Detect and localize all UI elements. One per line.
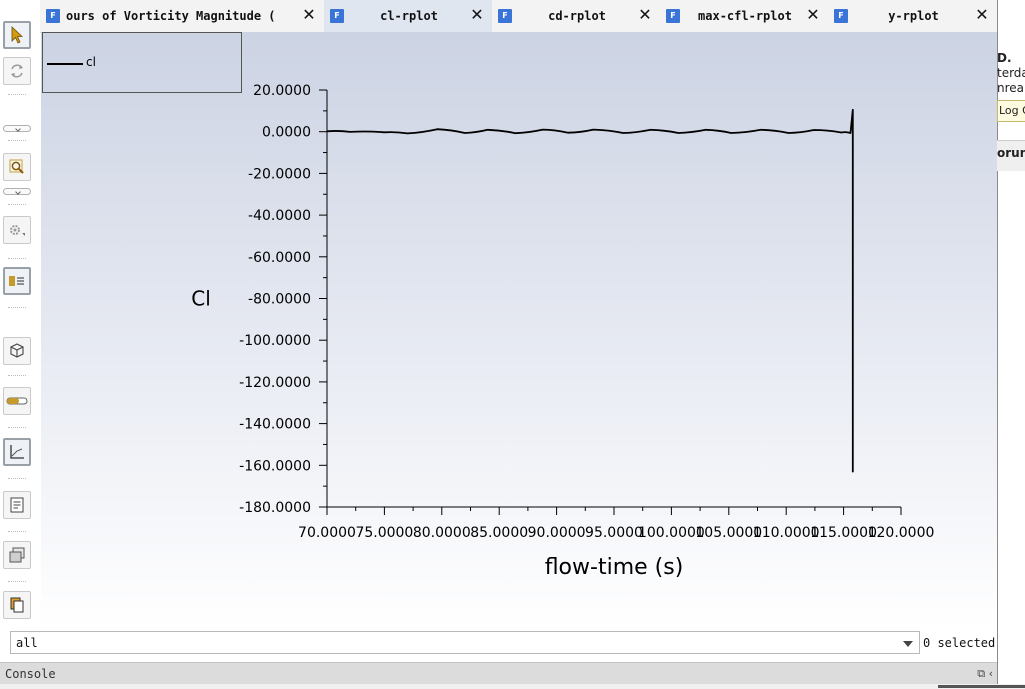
- y-tick-label: -120.0000: [239, 375, 311, 391]
- close-icon[interactable]: ✕: [638, 7, 652, 23]
- legend-icon: [9, 276, 24, 286]
- slider-icon: [6, 397, 28, 405]
- toolbar-separator: [8, 375, 26, 377]
- console-controls-icon[interactable]: ⧉ ‹: [977, 667, 993, 681]
- tab-label: max-cfl-rplot: [698, 9, 792, 23]
- x-tick-label: 90.0000: [528, 525, 586, 541]
- close-icon[interactable]: ✕: [975, 7, 989, 23]
- copy-button[interactable]: [3, 591, 31, 619]
- y-tick-label: -40.0000: [248, 208, 311, 224]
- toolbar-separator: [8, 427, 26, 429]
- x-tick-label: 120.0000: [868, 525, 935, 541]
- toolbar-separator: [8, 581, 26, 583]
- expand-group-button[interactable]: [3, 125, 31, 132]
- view-options-button[interactable]: [3, 541, 31, 569]
- slider-tool-button[interactable]: [3, 387, 31, 415]
- panel-text: orun: [997, 146, 1025, 160]
- view-3d-button[interactable]: [3, 337, 31, 365]
- y-tick-label: -20.0000: [248, 166, 311, 182]
- chevron-down-icon[interactable]: [903, 641, 913, 647]
- y-tick-label: -80.0000: [248, 292, 311, 308]
- console-title: Console: [5, 667, 56, 681]
- toolbar-separator: [8, 258, 26, 260]
- report-button[interactable]: [3, 491, 31, 519]
- series-line-cl: [326, 108, 854, 473]
- y-tick-label: -60.0000: [248, 250, 311, 266]
- toolbar-separator: [8, 478, 26, 480]
- view-icon: [9, 547, 25, 563]
- copy-icon: [10, 597, 24, 613]
- pointer-icon: [11, 26, 24, 44]
- toolbar-separator: [8, 531, 26, 533]
- tab-label: y-rplot: [888, 9, 939, 23]
- tab-contours-vorticity[interactable]: F ours of Vorticity Magnitude ( ✕: [40, 0, 324, 32]
- tab-y-rplot[interactable]: F y-rplot ✕: [828, 0, 997, 32]
- plot-axes-button[interactable]: [3, 438, 31, 466]
- tab-max-cfl-rplot[interactable]: F max-cfl-rplot ✕: [660, 0, 828, 32]
- y-tick-label: -100.0000: [239, 333, 311, 349]
- rotate-button[interactable]: [3, 57, 31, 85]
- scroll-indicator: [938, 685, 1025, 688]
- tab-bar: F ours of Vorticity Magnitude ( ✕ F cl-r…: [40, 0, 997, 33]
- log-button[interactable]: Log O: [997, 100, 1025, 122]
- filter-dropdown[interactable]: all: [10, 631, 920, 654]
- fluent-file-icon: F: [46, 9, 60, 23]
- y-tick-label: -140.0000: [239, 417, 311, 433]
- toolbar-separator: [8, 307, 26, 309]
- tab-label: cl-rplot: [380, 9, 438, 23]
- xy-plot[interactable]: 20.0000 0.0000 -20.0000 -40.0000 -60.0000 -80…: [41, 32, 997, 628]
- expand-group-button-2[interactable]: [3, 188, 31, 195]
- panel-text: D.: [997, 51, 1012, 65]
- status-strip: [0, 684, 1025, 689]
- graphics-settings-button[interactable]: [3, 216, 31, 244]
- panel-row: orun: [997, 140, 1025, 171]
- select-pointer-button[interactable]: [3, 21, 31, 49]
- axes-icon: [10, 445, 24, 459]
- toolbar-separator: [8, 94, 26, 96]
- console-panel-header[interactable]: Console ⧉ ‹: [0, 662, 997, 685]
- legend-toggle-button[interactable]: [3, 267, 31, 295]
- tab-label: ours of Vorticity Magnitude (: [66, 9, 276, 23]
- panel-text: nrea: [997, 81, 1025, 95]
- graphics-toolbar: [0, 0, 40, 628]
- tab-cd-rplot[interactable]: F cd-rplot ✕: [492, 0, 660, 32]
- x-tick-label: 85.0000: [470, 525, 528, 541]
- x-axis-label: flow-time (s): [545, 555, 684, 580]
- toolbar-separator: [8, 140, 26, 142]
- selection-count: 0 selected: [923, 636, 996, 650]
- fluent-file-icon: F: [834, 9, 848, 23]
- cube-icon: [10, 343, 24, 358]
- x-tick-label: 80.0000: [413, 525, 471, 541]
- close-icon[interactable]: ✕: [302, 7, 316, 23]
- x-tick-label: 75.0000: [355, 525, 413, 541]
- y-axis-label: Cl: [191, 287, 211, 311]
- fluent-file-icon: F: [666, 9, 680, 23]
- tab-cl-rplot[interactable]: F cl-rplot ✕: [324, 0, 492, 32]
- toolbar-separator: [8, 204, 26, 206]
- side-panel-edge: D. terda nrea Log O orun: [997, 0, 1025, 689]
- fluent-file-icon: F: [498, 9, 512, 23]
- rotate-icon: [11, 64, 23, 78]
- x-tick-label: 70.0000: [298, 525, 356, 541]
- close-icon[interactable]: ✕: [470, 7, 484, 23]
- y-tick-label: 0.0000: [262, 125, 311, 141]
- close-icon[interactable]: ✕: [806, 7, 820, 23]
- panel-text: terda: [997, 66, 1025, 80]
- report-icon: [10, 497, 24, 513]
- settings-icon: [10, 225, 25, 236]
- selection-bar: all 0 selected: [0, 628, 997, 662]
- fluent-file-icon: F: [330, 9, 344, 23]
- zoom-icon: [9, 159, 24, 174]
- log-label: Log O: [999, 104, 1025, 117]
- filter-value: all: [16, 636, 38, 650]
- y-tick-label: -160.0000: [239, 458, 311, 474]
- tab-label: cd-rplot: [548, 9, 606, 23]
- graphics-window[interactable]: cl 20.0000 0.0000 -20.0000 -40.0000 -60.0000…: [41, 32, 997, 628]
- y-tick-label: -180.0000: [239, 500, 311, 516]
- y-tick-label: 20.0000: [253, 83, 311, 99]
- zoom-button[interactable]: [3, 153, 31, 181]
- x-tick-label: 95.0000: [585, 525, 643, 541]
